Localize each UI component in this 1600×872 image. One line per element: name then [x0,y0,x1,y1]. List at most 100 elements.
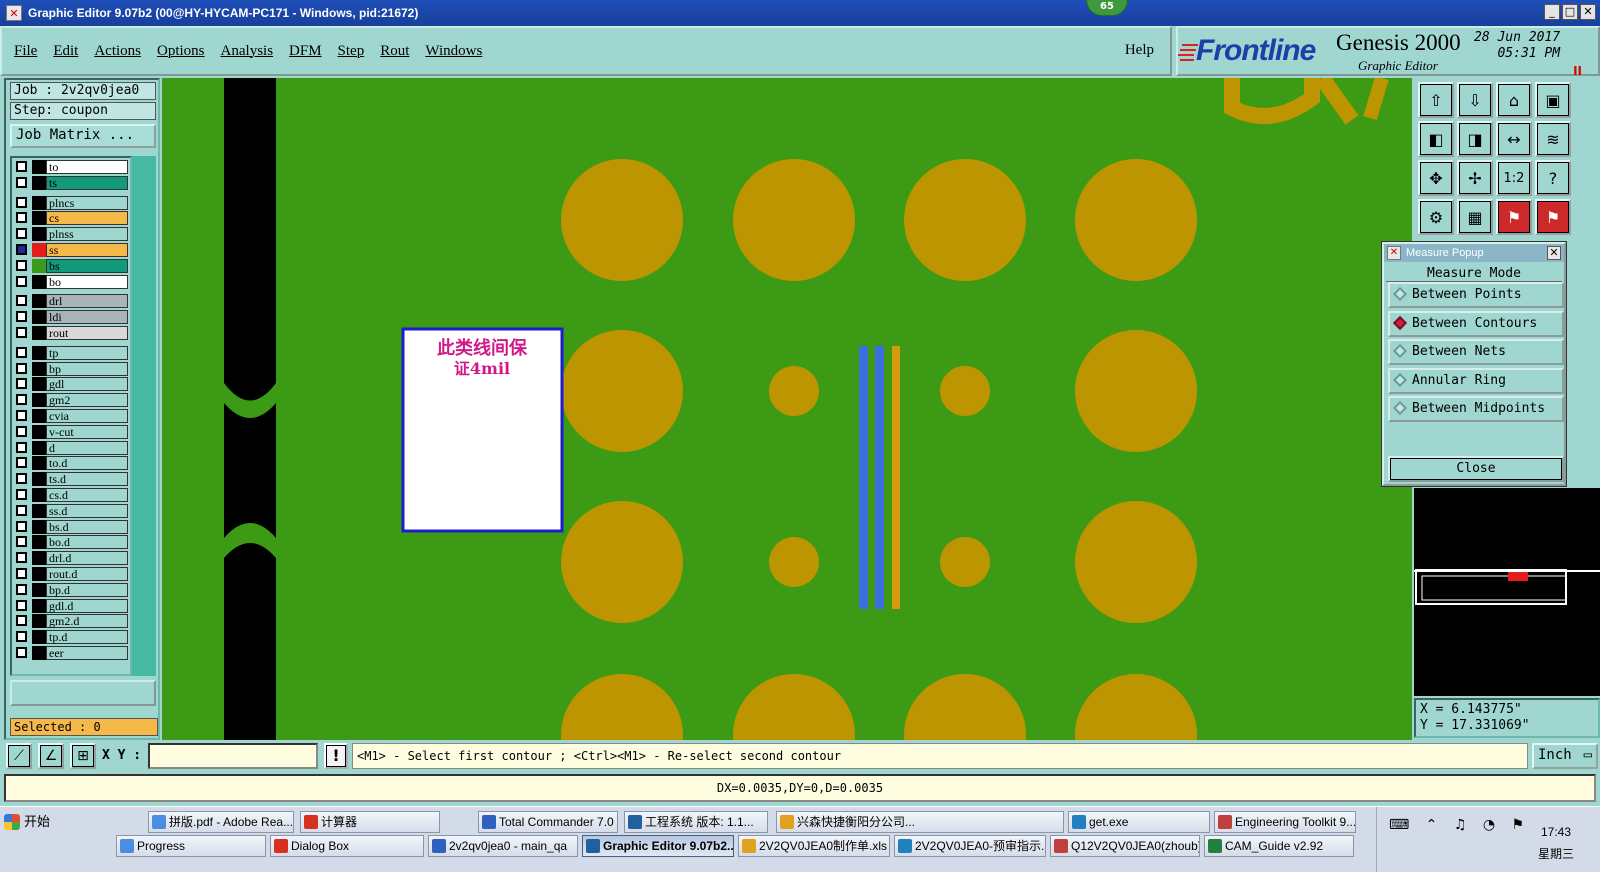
layer-row-plncs[interactable]: plncs [14,195,130,210]
taskbar-item[interactable]: get.exe [1068,811,1210,833]
layer-checkbox[interactable] [16,410,27,421]
layer-checkbox[interactable] [16,378,27,390]
menu-step[interactable]: Step [338,43,365,60]
layer-color-swatch[interactable] [32,361,46,376]
zoom-fit-icon[interactable]: ⌂ [1496,82,1532,118]
measure-icon-2[interactable]: ⚑ [1535,199,1571,235]
layer-checkbox[interactable] [16,161,27,172]
layer-row-tp[interactable]: tp [14,345,130,360]
layer-row-gdl[interactable]: gdl [14,377,130,392]
menu-actions[interactable]: Actions [94,43,141,60]
layer-name[interactable]: cvia [46,409,128,423]
measure-icon[interactable]: ⚑ [1496,199,1532,235]
layer-checkbox[interactable] [16,244,27,255]
minimize-icon[interactable]: _ [1544,4,1560,20]
layer-row-ldi[interactable]: ldi [14,310,130,325]
layer-name[interactable]: bp.d [46,582,128,597]
layer-checkbox[interactable] [16,228,27,240]
layer-name[interactable]: eer [46,646,128,660]
notification-badge[interactable]: 65 [1086,0,1128,16]
layer-row-bp-d[interactable]: bp.d [14,582,130,597]
job-matrix-button[interactable]: Job Matrix ... [10,124,156,148]
layer-name[interactable]: plncs [46,195,128,210]
help-icon[interactable]: ? [1535,160,1571,196]
layer-checkbox[interactable] [16,275,27,287]
layer-name[interactable]: drl [46,294,128,309]
layer-checkbox[interactable] [16,473,27,485]
layer-name[interactable]: bp [46,361,128,376]
layer-name[interactable]: rout [46,326,128,340]
layer-name[interactable]: ss.d [46,503,128,518]
layer-name[interactable]: gm2.d [46,614,128,629]
layer-checkbox[interactable] [16,647,27,658]
measure-option-between-nets[interactable]: Between Nets [1388,339,1564,365]
layer-name[interactable]: ldi [46,310,128,325]
clock[interactable]: 17:43 星期三 [1538,821,1574,865]
layer-row-gm2-d[interactable]: gm2.d [14,614,130,629]
snap-icon[interactable]: ⚙ [1418,199,1454,235]
layer-color-swatch[interactable] [32,440,46,455]
layer-color-swatch[interactable] [32,646,46,660]
angle-mode-icon[interactable]: ∠ [38,743,64,769]
close-button[interactable]: Close [1388,456,1564,482]
taskbar-item[interactable]: 计算器 [300,811,440,833]
layer-color-swatch[interactable] [32,503,46,518]
layer-checkbox[interactable] [16,259,27,271]
layer-name[interactable]: tp [46,345,128,360]
taskbar-item[interactable]: Dialog Box [270,835,424,857]
menu-rout[interactable]: Rout [380,43,409,60]
layer-name[interactable]: ts [46,175,128,190]
layer-checkbox[interactable] [16,568,27,579]
layer-color-swatch[interactable] [32,274,46,289]
layer-row-bo-d[interactable]: bo.d [14,535,130,550]
zoom-home-icon[interactable]: ⇧ [1418,82,1454,118]
measure-option-between-points[interactable]: Between Points [1388,282,1564,308]
layer-checkbox[interactable] [16,176,27,188]
zoom-in-icon[interactable]: ⇩ [1457,82,1493,118]
layer-row-cvia[interactable]: cvia [14,409,130,423]
layer-checkbox[interactable] [16,196,27,208]
layer-name[interactable]: to.d [46,456,128,471]
layer-name[interactable]: to [46,160,128,174]
layer-checkbox[interactable] [16,504,27,516]
layer-color-swatch[interactable] [32,598,46,613]
layer-name[interactable]: gdl [46,377,128,392]
layer-color-swatch[interactable] [32,160,46,174]
layer-name[interactable]: bo.d [46,535,128,550]
measure-option-between-contours[interactable]: Between Contours [1388,310,1564,337]
layer-checkbox[interactable] [16,536,27,548]
menu-options[interactable]: Options [157,43,205,60]
graphic-canvas[interactable]: 此类线间保 证4mil [162,78,1412,740]
taskbar-item[interactable]: 2V2QV0JEA0制作单.xls ... [738,835,890,857]
taskbar-item[interactable]: Total Commander 7.0 ... [478,811,618,833]
taskbar-item[interactable]: 2V2QV0JEA0-预审指示... [894,835,1046,857]
layer-color-swatch[interactable] [32,258,46,273]
layer-color-swatch[interactable] [32,551,46,566]
layer-checkbox[interactable] [16,311,27,323]
menu-analysis[interactable]: Analysis [221,43,274,60]
layer-checkbox[interactable] [16,552,27,564]
scale-icon[interactable]: 1:2 [1496,160,1532,196]
layer-row-eer[interactable]: eer [14,646,130,660]
layer-color-swatch[interactable] [32,519,46,534]
overview-map[interactable] [1414,488,1600,696]
layer-name[interactable]: v-cut [46,424,128,439]
layer-color-swatch[interactable] [32,472,46,487]
layer-color-swatch[interactable] [32,243,46,257]
layer-color-swatch[interactable] [32,488,46,502]
layer-checkbox[interactable] [16,457,27,469]
layer-row-bs-d[interactable]: bs.d [14,519,130,534]
layer-color-swatch[interactable] [32,175,46,190]
layer-row-to[interactable]: to [14,160,130,174]
layer-row-drl-d[interactable]: drl.d [14,551,130,566]
layer-color-swatch[interactable] [32,377,46,392]
layer-name[interactable]: drl.d [46,551,128,566]
layer-row-plnss[interactable]: plnss [14,227,130,242]
layer-color-swatch[interactable] [32,310,46,325]
measure-option-between-midpoints[interactable]: Between Midpoints [1388,396,1564,422]
layer-checkbox[interactable] [16,489,27,500]
layer-color-swatch[interactable] [32,294,46,309]
radio-diamond-icon[interactable] [1392,315,1408,330]
layer-checkbox[interactable] [16,327,27,338]
taskbar-item[interactable]: 2v2qv0jea0 - main_qa [428,835,578,857]
